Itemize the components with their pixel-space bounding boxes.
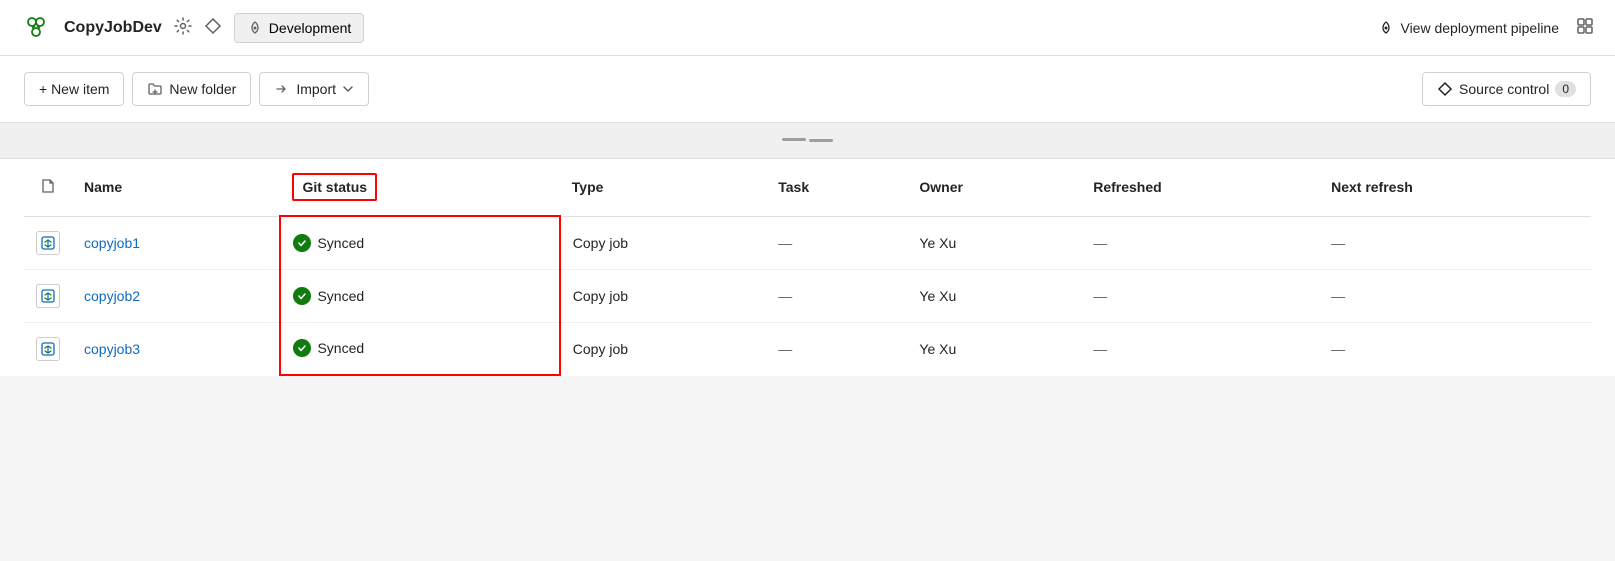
- app-grid-icon[interactable]: [1575, 16, 1595, 39]
- col-header-task: Task: [766, 159, 907, 216]
- app-logo-icon: [20, 12, 52, 44]
- synced-dot: [293, 339, 311, 357]
- table-row: copyjob3 Synced Copy job—Ye Xu——: [24, 322, 1591, 375]
- row-task: —: [766, 216, 907, 269]
- row-next-refresh: —: [1319, 269, 1591, 322]
- chevron-down-icon: [342, 83, 354, 95]
- checkmark-icon: [297, 343, 307, 353]
- table-header-row: Name Git status Type Task Owner Refreshe…: [24, 159, 1591, 216]
- toolbar: + New item New folder Import: [0, 56, 1615, 123]
- row-icon-cell: [24, 322, 72, 375]
- source-control-label: Source control: [1459, 81, 1549, 97]
- table-container: Name Git status Type Task Owner Refreshe…: [0, 159, 1615, 376]
- synced-dot: [293, 234, 311, 252]
- col-header-type: Type: [560, 159, 766, 216]
- import-button[interactable]: Import: [259, 72, 369, 106]
- row-task: —: [766, 322, 907, 375]
- row-type: Copy job: [560, 322, 766, 375]
- environment-label: Development: [269, 20, 352, 36]
- synced-label: Synced: [317, 288, 364, 304]
- settings-icon[interactable]: [174, 17, 192, 38]
- rocket-icon: [247, 20, 263, 36]
- row-type: Copy job: [560, 269, 766, 322]
- col-header-name: Name: [72, 159, 280, 216]
- row-name[interactable]: copyjob3: [72, 322, 280, 375]
- col-header-git-status: Git status: [280, 159, 559, 216]
- row-task: —: [766, 269, 907, 322]
- synced-label: Synced: [317, 235, 364, 251]
- new-folder-label: New folder: [169, 81, 236, 97]
- synced-badge: Synced: [293, 339, 364, 357]
- items-table: Name Git status Type Task Owner Refreshe…: [24, 159, 1591, 376]
- row-owner: Ye Xu: [907, 216, 1081, 269]
- header-right: View deployment pipeline: [1378, 16, 1595, 39]
- environment-button[interactable]: Development: [234, 13, 365, 43]
- table-row: copyjob1 Synced Copy job—Ye Xu——: [24, 216, 1591, 269]
- source-control-icon: [1437, 81, 1453, 97]
- row-owner: Ye Xu: [907, 269, 1081, 322]
- copyjob-icon: [36, 231, 60, 255]
- row-refreshed: —: [1081, 269, 1319, 322]
- row-git-status: Synced: [280, 216, 559, 269]
- new-folder-button[interactable]: New folder: [132, 72, 251, 106]
- toolbar-left: + New item New folder Import: [24, 72, 369, 106]
- table-row: copyjob2 Synced Copy job—Ye Xu——: [24, 269, 1591, 322]
- header-left: CopyJobDev Development: [20, 12, 364, 44]
- row-next-refresh: —: [1319, 216, 1591, 269]
- row-name[interactable]: copyjob1: [72, 216, 280, 269]
- new-item-label: + New item: [39, 81, 109, 97]
- source-control-button[interactable]: Source control 0: [1422, 72, 1591, 106]
- row-refreshed: —: [1081, 322, 1319, 375]
- col-header-refreshed: Refreshed: [1081, 159, 1319, 216]
- copyjob-icon: [36, 284, 60, 308]
- folder-icon: [147, 81, 163, 97]
- drag-handle-top: [782, 138, 806, 141]
- row-git-status: Synced: [280, 269, 559, 322]
- diamond-icon[interactable]: [204, 17, 222, 38]
- file-icon: [40, 178, 56, 194]
- new-item-button[interactable]: + New item: [24, 72, 124, 106]
- row-git-status: Synced: [280, 322, 559, 375]
- row-owner: Ye Xu: [907, 322, 1081, 375]
- checkmark-icon: [297, 291, 307, 301]
- drag-handle-bottom: [809, 139, 833, 142]
- row-icon-cell: [24, 269, 72, 322]
- row-next-refresh: —: [1319, 322, 1591, 375]
- view-pipeline-button[interactable]: View deployment pipeline: [1378, 20, 1559, 36]
- synced-label: Synced: [317, 340, 364, 356]
- synced-badge: Synced: [293, 234, 364, 252]
- import-label: Import: [296, 81, 336, 97]
- view-pipeline-label: View deployment pipeline: [1400, 20, 1559, 36]
- toolbar-right: Source control 0: [1422, 72, 1591, 106]
- col-header-next-refresh: Next refresh: [1319, 159, 1591, 216]
- app-title: CopyJobDev: [64, 19, 162, 37]
- row-name[interactable]: copyjob2: [72, 269, 280, 322]
- source-control-badge: 0: [1555, 81, 1576, 97]
- synced-dot: [293, 287, 311, 305]
- divider-row: [0, 123, 1615, 159]
- pipeline-icon: [1378, 20, 1394, 36]
- row-icon-cell: [24, 216, 72, 269]
- row-refreshed: —: [1081, 216, 1319, 269]
- col-header-icon: [24, 159, 72, 216]
- synced-badge: Synced: [293, 287, 364, 305]
- copyjob-icon: [36, 337, 60, 361]
- import-icon: [274, 81, 290, 97]
- row-type: Copy job: [560, 216, 766, 269]
- header: CopyJobDev Development: [0, 0, 1615, 56]
- col-header-owner: Owner: [907, 159, 1081, 216]
- checkmark-icon: [297, 238, 307, 248]
